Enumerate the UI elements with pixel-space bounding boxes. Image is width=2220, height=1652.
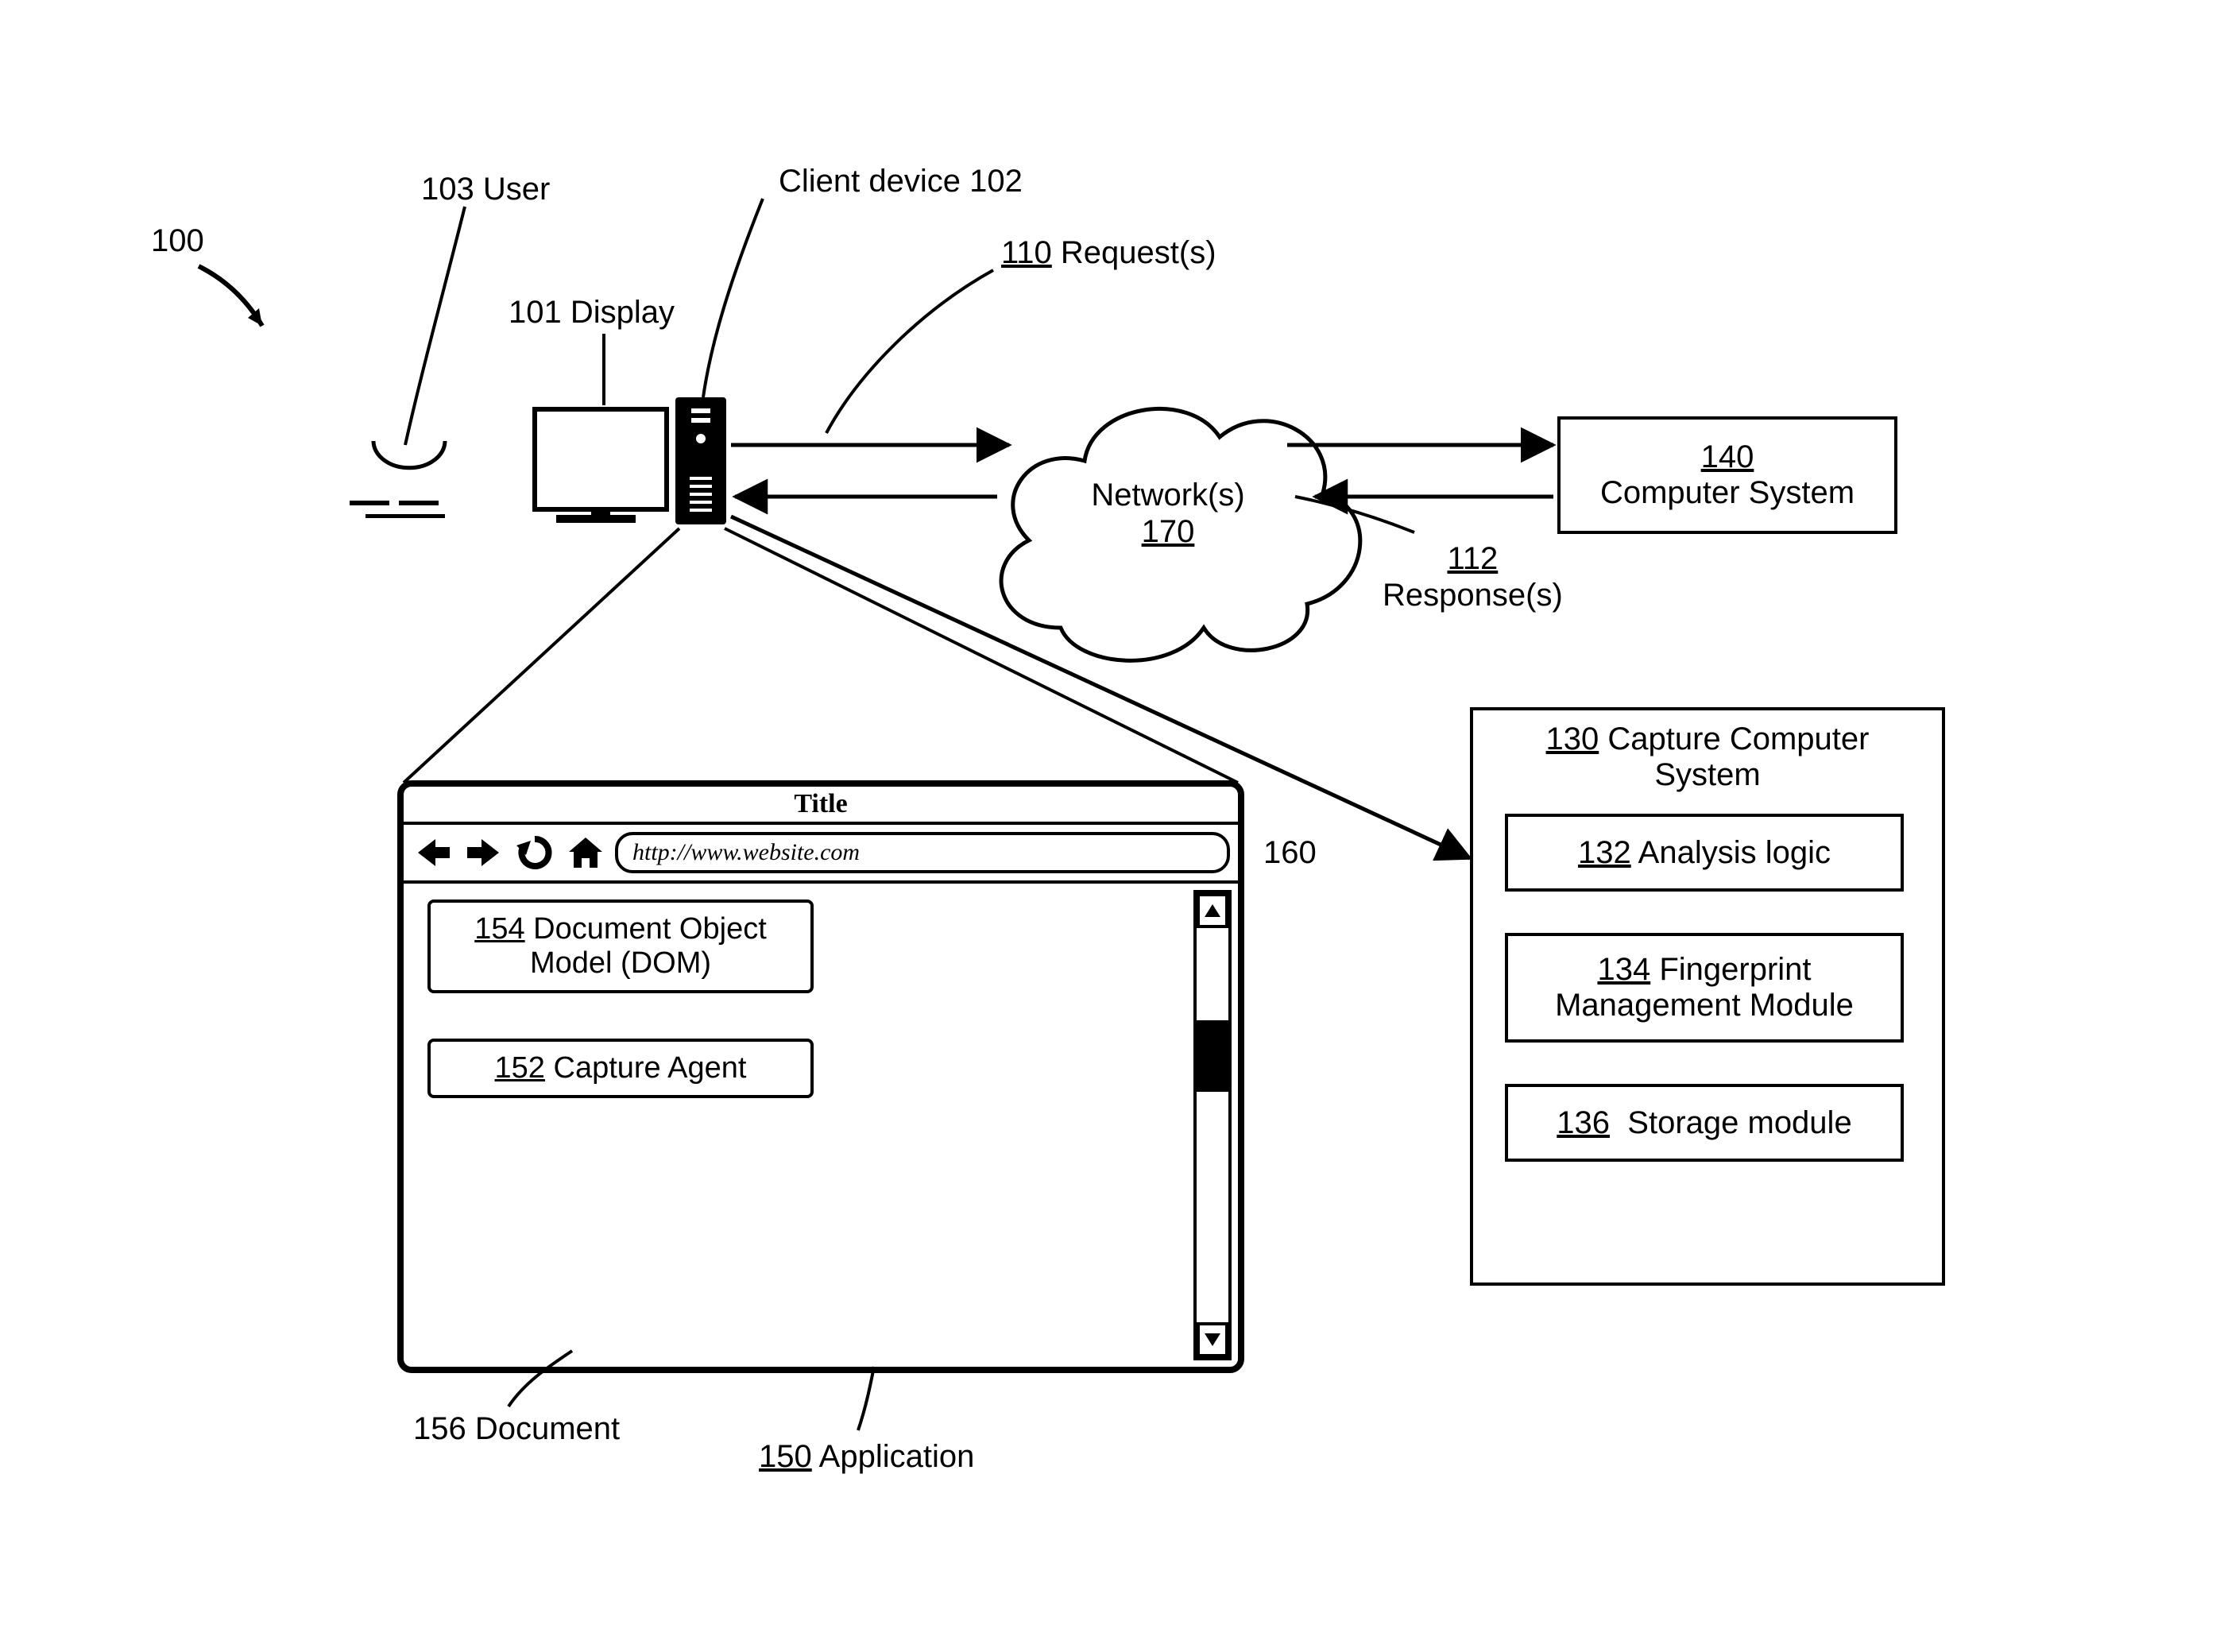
scroll-thumb[interactable] [1197,1020,1228,1092]
label-160: 160 [1263,834,1317,871]
box-capture-system: 130 Capture ComputerSystem 132 Analysis … [1470,707,1945,1286]
url-text: http://www.website.com [632,839,860,866]
home-icon [567,834,604,871]
label-client-device: Client device 102 [779,163,1023,199]
user-icon [342,425,477,536]
address-bar[interactable]: http://www.website.com [615,832,1230,873]
label-document: 156 Document [413,1410,620,1447]
capture-system-title: 130 Capture ComputerSystem [1473,722,1942,793]
curved-arrow-icon [191,262,286,342]
back-button[interactable] [412,831,454,874]
label-responses: 112Response(s) [1383,540,1563,613]
label-requests: 110 Request(s) [1001,234,1216,271]
arrow-right-icon [466,834,502,871]
tower-icon [675,397,726,524]
box-dom: 154 Document ObjectModel (DOM) [427,900,814,993]
label-display: 101 Display [509,294,675,331]
label-networks: Network(s) 170 [1073,477,1263,550]
label-user: 103 User [421,171,550,207]
diagram-stage: 100 103 User 101 Display Client device 1… [0,0,2220,1652]
monitor-base-icon [556,515,636,523]
home-button[interactable] [564,831,607,874]
triangle-up-icon [1205,904,1220,917]
scroll-up-button[interactable] [1197,893,1228,928]
box-storage-module: 136 Storage module [1505,1084,1904,1162]
box-fingerprint-module: 134 Fingerprint Management Module [1505,933,1904,1043]
triangle-down-icon [1205,1333,1220,1346]
browser-content: 154 Document ObjectModel (DOM) 152 Captu… [404,884,1238,1367]
figure-ref-100: 100 [151,222,204,259]
scroll-down-button[interactable] [1197,1322,1228,1357]
box-capture-agent: 152 Capture Agent [427,1039,814,1098]
browser-toolbar: http://www.website.com [404,825,1238,884]
scrollbar[interactable] [1193,890,1232,1360]
label-application: 150 Application [759,1438,974,1475]
reload-icon [516,834,553,871]
forward-button[interactable] [462,831,505,874]
box-computer-system: 140 Computer System [1557,416,1897,534]
browser-titlebar: Title [404,787,1238,825]
monitor-icon [532,407,669,512]
box-analysis-logic: 132 Analysis logic [1505,814,1904,892]
arrow-left-icon [415,834,451,871]
reload-button[interactable] [513,831,556,874]
browser-window: Title http://www.website.com [397,780,1244,1373]
